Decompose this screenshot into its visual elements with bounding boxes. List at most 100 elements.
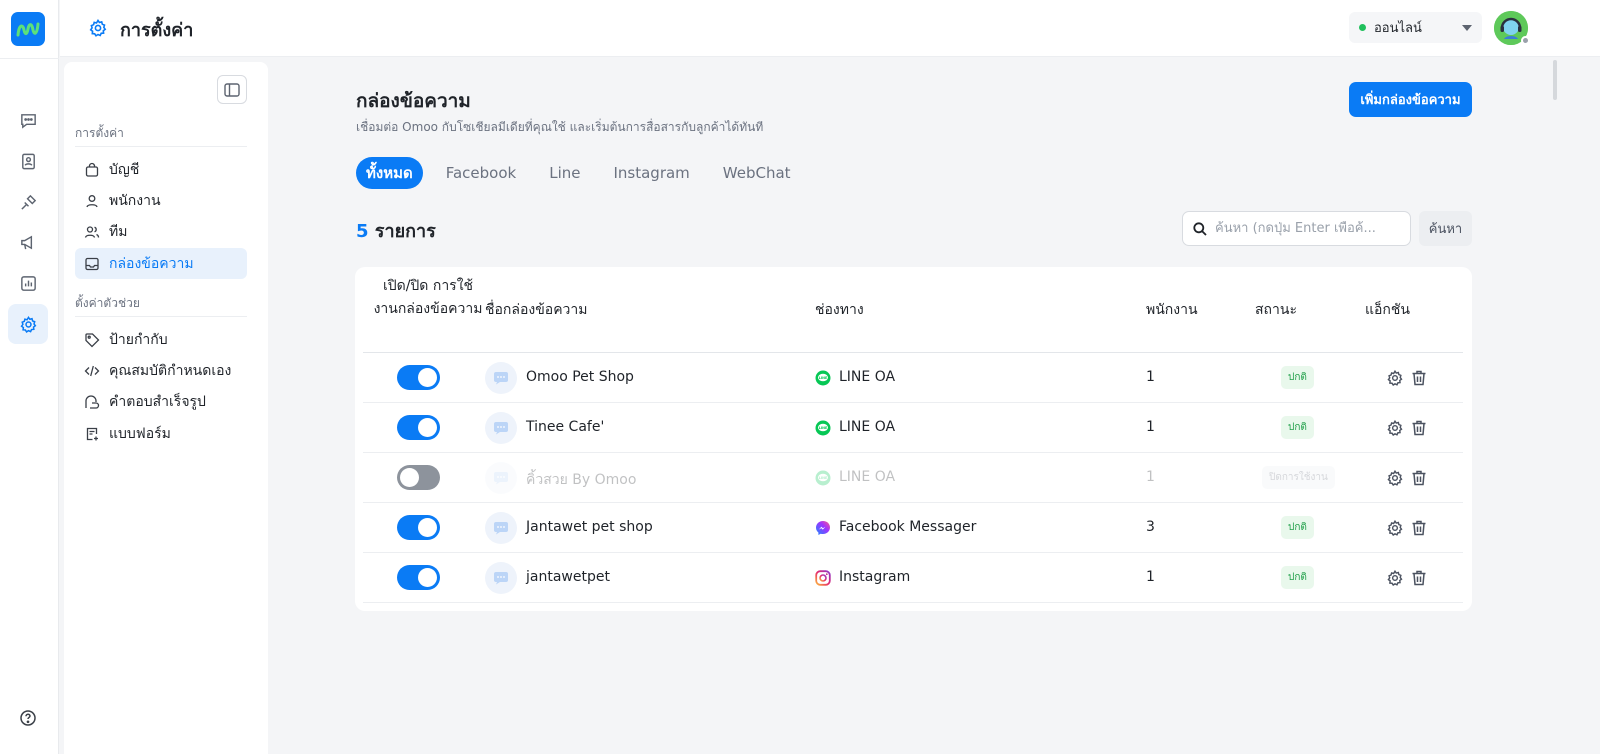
trash-icon[interactable] — [1410, 419, 1428, 437]
page-scrollbar[interactable] — [1550, 60, 1560, 754]
inbox-icon — [85, 257, 99, 270]
svg-text:LINE: LINE — [819, 376, 828, 380]
staff-count: 1 — [1146, 419, 1155, 435]
table-row: คิ้วสวย By Omoo LINE LINE OA 1 ปิดการใช้… — [363, 453, 1463, 503]
sidebar-item-quick-replies[interactable]: คำตอบสำเร็จรูป — [75, 386, 247, 417]
settings-gear-icon — [88, 18, 108, 38]
add-inbox-button[interactable]: เพิ่มกล่องข้อความ — [1349, 82, 1472, 117]
form-icon — [86, 427, 98, 440]
report-icon[interactable] — [8, 263, 48, 303]
app-rail — [0, 0, 59, 754]
broadcast-icon[interactable] — [8, 222, 48, 262]
contacts-icon[interactable] — [8, 141, 48, 181]
inbox-name: Jantawet pet shop — [526, 519, 653, 535]
gear-icon[interactable] — [1386, 569, 1404, 587]
settings-sidebar: การตั้งค่า บัญชี พนักงาน ทีม กล่องข้อควา… — [64, 62, 268, 754]
user-avatar[interactable] — [1494, 11, 1530, 45]
toggle-knob — [400, 468, 419, 487]
instagram-icon — [815, 570, 831, 586]
table-row: Tinee Cafe' LINE LINE OA 1 ปกติ — [363, 403, 1463, 453]
line-icon: LINE — [815, 370, 831, 386]
channel-name: LINE OA — [839, 419, 896, 435]
status-label: ออนไลน์ — [1374, 21, 1422, 36]
staff-count: 3 — [1146, 519, 1155, 535]
channel-name: LINE OA — [839, 369, 896, 385]
chat-icon[interactable] — [8, 100, 48, 140]
gear-icon[interactable] — [1386, 519, 1404, 537]
tab-facebook[interactable]: Facebook — [436, 157, 526, 189]
scrollbar-thumb[interactable] — [1553, 60, 1557, 100]
page-title: การตั้งค่า — [120, 20, 194, 41]
result-count-suffix: รายการ — [368, 221, 436, 242]
inbox-enable-toggle[interactable] — [397, 465, 440, 490]
column-header-channel: ช่องทาง — [815, 302, 864, 318]
top-bar: การตั้งค่า ออนไลน์ — [60, 0, 1600, 57]
tab-all[interactable]: ทั้งหมด — [356, 157, 423, 189]
inbox-enable-toggle[interactable] — [397, 565, 440, 590]
user-icon — [86, 194, 98, 207]
rail-divider — [0, 58, 59, 59]
settings-icon[interactable] — [8, 304, 48, 344]
toggle-knob — [418, 518, 437, 537]
search-button[interactable]: ค้นหา — [1419, 211, 1472, 246]
help-icon[interactable] — [19, 709, 37, 727]
collapse-sidebar-button[interactable] — [217, 75, 247, 104]
trash-icon[interactable] — [1410, 569, 1428, 587]
quick-reply-icon — [85, 394, 100, 409]
inbox-enable-toggle[interactable] — [397, 515, 440, 540]
trash-icon[interactable] — [1410, 519, 1428, 537]
inbox-name: คิ้วสวย By Omoo — [526, 472, 637, 488]
sidebar-item-label: ทีม — [109, 223, 128, 240]
inbox-avatar-icon — [485, 512, 517, 544]
sidebar-item-inbox[interactable]: กล่องข้อความ — [75, 248, 247, 279]
logo-icon — [16, 22, 40, 37]
status-badge: ปกติ — [1281, 566, 1314, 589]
channel-tabs: ทั้งหมด Facebook Line Instagram WebChat — [356, 157, 814, 189]
sidebar-item-tags[interactable]: ป้ายกำกับ — [75, 324, 247, 355]
channel-name: LINE OA — [839, 469, 896, 485]
messenger-icon — [816, 521, 830, 535]
gear-icon[interactable] — [1386, 469, 1404, 487]
channel-name: Instagram — [839, 569, 911, 585]
inbox-avatar-icon — [485, 462, 517, 494]
inbox-table: เปิด/ปิด การใช้งานกล่องข้อความ ชื่อกล่อง… — [355, 267, 1472, 611]
sidebar-item-team[interactable]: ทีม — [75, 216, 247, 247]
toggle-knob — [418, 418, 437, 437]
status-badge: ปกติ — [1281, 366, 1314, 389]
table-header: เปิด/ปิด การใช้งานกล่องข้อความ ชื่อกล่อง… — [363, 267, 1463, 353]
inbox-avatar-icon — [485, 562, 517, 594]
inbox-enable-toggle[interactable] — [397, 415, 440, 440]
tab-instagram[interactable]: Instagram — [603, 157, 699, 189]
tab-webchat[interactable]: WebChat — [713, 157, 801, 189]
svg-text:LINE: LINE — [819, 476, 828, 480]
gear-icon[interactable] — [1386, 419, 1404, 437]
sidebar-item-label: พนักงาน — [109, 192, 161, 209]
table-row: jantawetpet Instagram 1 ปกติ — [363, 553, 1463, 603]
column-header-actions: แอ็กชัน — [1365, 302, 1410, 318]
table-row: Jantawet pet shop Facebook Messager 3 ปก… — [363, 503, 1463, 553]
trash-icon[interactable] — [1410, 469, 1428, 487]
trash-icon[interactable] — [1410, 369, 1428, 387]
section-divider — [75, 316, 247, 317]
inbox-section-subtitle: เชื่อมต่อ Omoo กับโซเชียลมีเดียที่คุณใช้… — [356, 120, 764, 134]
sidebar-item-account[interactable]: บัญชี — [75, 154, 247, 185]
search-input[interactable] — [1215, 221, 1401, 236]
status-dropdown[interactable]: ออนไลน์ — [1349, 12, 1482, 43]
integration-icon[interactable] — [8, 182, 48, 222]
tab-line[interactable]: Line — [539, 157, 590, 189]
gear-icon[interactable] — [1386, 369, 1404, 387]
channel-name: Facebook Messager — [839, 519, 977, 535]
inbox-enable-toggle[interactable] — [397, 365, 440, 390]
status-badge: ปกติ — [1281, 516, 1314, 539]
section-label-helpers: ตั้งค่าตัวช่วย — [75, 296, 140, 310]
sidebar-item-staff[interactable]: พนักงาน — [75, 185, 247, 216]
column-header-name: ชื่อกล่องข้อความ — [485, 302, 588, 318]
sidebar-toggle-icon — [224, 82, 240, 97]
inbox-avatar-icon — [485, 362, 517, 394]
section-divider — [75, 146, 247, 147]
app-logo[interactable] — [11, 12, 45, 46]
inbox-section-title: กล่องข้อความ — [356, 90, 471, 112]
sidebar-item-forms[interactable]: แบบฟอร์ม — [75, 418, 247, 449]
sidebar-item-custom-attributes[interactable]: คุณสมบัติกำหนดเอง — [75, 355, 247, 386]
result-count-number: 5 — [356, 221, 369, 242]
